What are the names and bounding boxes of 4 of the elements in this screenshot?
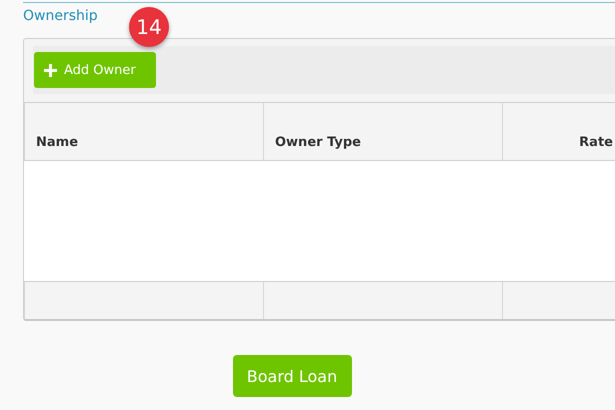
section-title: Ownership xyxy=(23,8,98,26)
column-header[interactable]: Rate xyxy=(502,103,615,160)
step-badge: 14 xyxy=(129,7,169,47)
plus-icon xyxy=(44,64,57,77)
